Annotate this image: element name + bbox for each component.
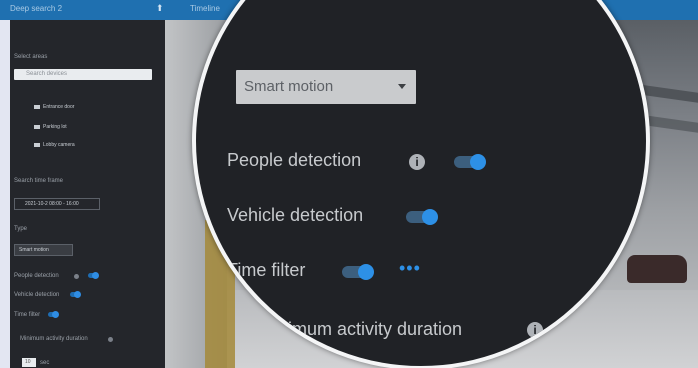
vehicle-detection-label: Vehicle detection — [227, 205, 364, 225]
camera-item[interactable]: Entrance door — [34, 104, 74, 110]
info-icon[interactable] — [74, 274, 79, 279]
select-areas-label: Select areas — [14, 54, 48, 60]
info-icon[interactable] — [108, 337, 113, 342]
app-title: Deep search 2 — [10, 4, 63, 13]
vehicle-detection-toggle[interactable] — [406, 209, 438, 225]
date-range-field[interactable]: 2021-10-2 08:00 - 16:00 — [14, 198, 100, 210]
people-detection-label: People detection — [14, 273, 59, 279]
camera-icon — [34, 124, 40, 129]
device-search-input[interactable]: Search devices — [14, 69, 152, 80]
time-frame-label: Search time frame — [14, 178, 64, 184]
people-detection-label: People detection — [227, 150, 362, 170]
left-strip — [0, 20, 10, 368]
camera-item[interactable]: Lobby camera — [34, 142, 75, 148]
info-icon[interactable]: i — [527, 322, 543, 338]
app-window: Deep search 2 ⬆ Timeline Select areas Se… — [0, 0, 698, 368]
vehicle-detection-toggle[interactable] — [70, 291, 81, 298]
time-filter-label: Time filter — [227, 260, 306, 280]
pin-icon[interactable]: ⬆ — [156, 3, 164, 14]
time-filter-toggle[interactable] — [48, 311, 59, 318]
info-icon[interactable]: i — [409, 154, 425, 170]
min-duration-unit: sec — [40, 360, 50, 366]
device-search-placeholder: Search devices — [26, 71, 68, 77]
more-icon[interactable]: ••• — [399, 258, 421, 279]
camera-item[interactable]: Parking lot — [34, 124, 67, 130]
detection-type-dropdown[interactable]: Smart motion — [236, 70, 416, 104]
camera-icon — [34, 104, 40, 109]
type-label: Type — [14, 226, 28, 232]
detection-type-value: Smart motion — [244, 78, 334, 95]
vehicle-detection-label: Vehicle detection — [14, 292, 60, 298]
min-duration-input[interactable]: 10 — [22, 358, 36, 367]
camera-icon — [34, 142, 40, 147]
time-filter-label: Time filter — [14, 312, 41, 318]
people-detection-toggle[interactable] — [454, 154, 486, 170]
min-activity-label: Minimum activity duration — [259, 319, 463, 339]
tab-timeline[interactable]: Timeline — [190, 4, 220, 13]
chevron-down-icon — [398, 84, 406, 89]
min-duration-label: Minimum activity duration — [20, 336, 88, 342]
people-detection-toggle[interactable] — [88, 272, 99, 279]
type-select-value: Smart motion — [19, 247, 49, 253]
sidebar: Select areas Search devices Entrance doo… — [10, 20, 170, 368]
parked-car — [627, 255, 687, 283]
type-select[interactable]: Smart motion — [14, 244, 73, 256]
time-filter-toggle[interactable] — [342, 264, 374, 280]
date-range-value: 2021-10-2 08:00 - 16:00 — [25, 201, 79, 207]
